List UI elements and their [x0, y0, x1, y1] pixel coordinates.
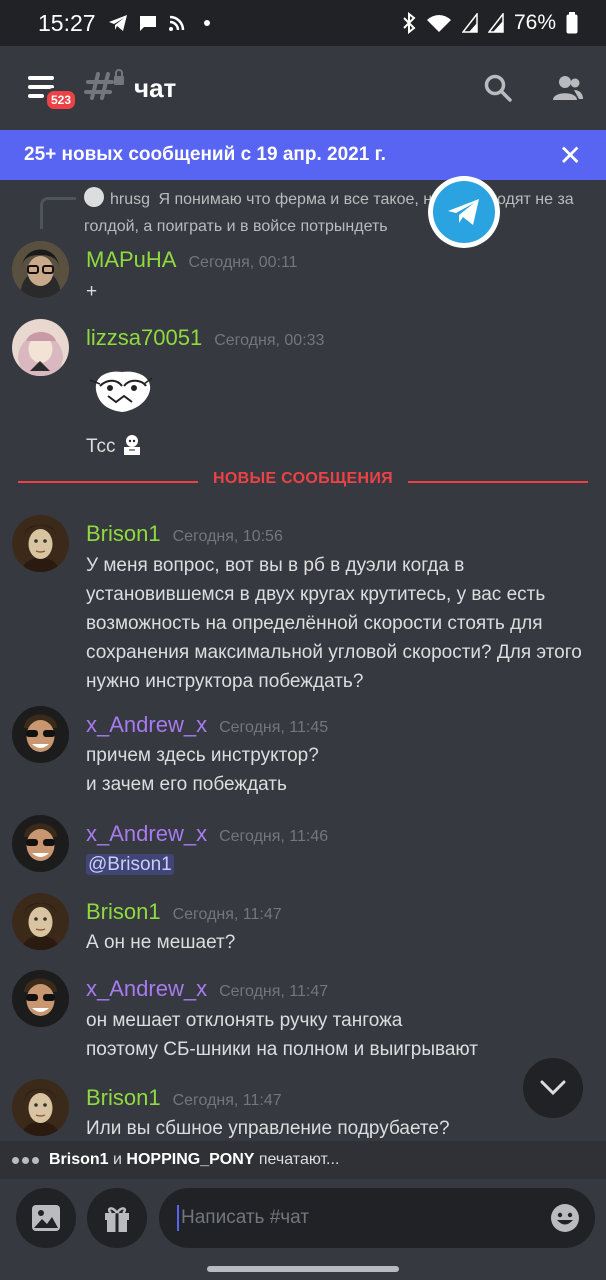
telegram-icon [448, 199, 479, 225]
message-line: У меня вопрос, вот вы в рб в дуэли когда… [86, 555, 465, 576]
avatar[interactable] [12, 241, 69, 298]
avatar[interactable] [12, 1079, 69, 1136]
chevron-down-icon [540, 1080, 566, 1096]
message-text: + [86, 281, 98, 302]
typing-conjunction: и [108, 1151, 127, 1168]
sticker-doodle-image[interactable] [86, 366, 158, 418]
message-line: установившемся в двух кругах крутитесь, … [86, 584, 546, 605]
avatar[interactable] [12, 893, 69, 950]
username[interactable]: lizzsa70051 [86, 325, 202, 351]
message-text: А он не мешает? [86, 932, 236, 953]
battery-percent: 76% [513, 11, 556, 34]
message-line: поэтому СБ-шники на полном и выигрывают [86, 1039, 478, 1060]
username[interactable]: x_Andrew_x [86, 712, 207, 738]
channel-title: чат [134, 72, 177, 103]
more-notifications-dot-icon [203, 20, 210, 26]
timestamp: Сегодня, 11:47 [172, 1092, 282, 1109]
message-line: сохранения максимальной угловой скорости… [86, 642, 582, 663]
message-line: и зачем его побеждать [86, 774, 287, 795]
bluetooth-icon [403, 12, 416, 34]
emoji-picker-icon[interactable] [549, 1202, 581, 1234]
status-time: 15:27 [38, 9, 96, 36]
typing-dots-icon [12, 1156, 39, 1164]
typing-suffix: печатают... [254, 1151, 340, 1168]
new-messages-banner[interactable]: 25+ новых сообщений с 19 апр. 2021 г. ✕ [0, 130, 606, 180]
channel-header: 523 чат [0, 46, 606, 130]
message-notification-icon [139, 16, 156, 31]
username[interactable]: x_Andrew_x [86, 976, 207, 1002]
home-indicator[interactable] [207, 1266, 399, 1272]
close-icon[interactable]: ✕ [559, 139, 582, 172]
status-bar: 15:27 76% [0, 0, 606, 46]
image-icon [32, 1205, 60, 1231]
jump-to-present-button[interactable] [523, 1058, 583, 1118]
timestamp: Сегодня, 00:11 [188, 254, 298, 271]
timestamp: Сегодня, 11:47 [172, 906, 282, 923]
typing-user-1: Brison1 [49, 1151, 109, 1168]
gift-button[interactable] [87, 1188, 147, 1248]
avatar[interactable] [12, 706, 69, 763]
attach-image-button[interactable] [16, 1188, 76, 1248]
username[interactable]: Brison1 [86, 1085, 161, 1111]
signal-icon-1 [461, 13, 478, 33]
reply-preview[interactable]: hrusg Я понимаю что ферма и все такое, н… [84, 186, 594, 240]
avatar[interactable] [12, 815, 69, 872]
wifi-icon [426, 15, 451, 32]
gift-icon [105, 1207, 129, 1232]
signal-icon-2 [487, 13, 504, 33]
timestamp: Сегодня, 10:56 [172, 528, 283, 545]
menu-button[interactable]: 523 [26, 68, 79, 112]
reply-text: Я понимаю что ферма и все такое, но люди… [84, 191, 574, 235]
timestamp: Сегодня, 11:47 [219, 983, 329, 1000]
emoji-image [123, 435, 140, 455]
text-caret [177, 1205, 179, 1231]
username[interactable]: x_Andrew_x [86, 821, 207, 847]
message-input-wrapper[interactable] [159, 1188, 595, 1248]
avatar[interactable] [12, 970, 69, 1027]
avatar[interactable] [12, 515, 69, 572]
user-mention[interactable]: @Brison1 [86, 854, 174, 875]
rss-notification-icon [168, 15, 184, 31]
timestamp: Сегодня, 11:46 [219, 828, 329, 845]
message-text: причем здесь инструктор? и зачем его поб… [86, 741, 591, 799]
avatar[interactable] [12, 319, 69, 376]
message-input[interactable] [181, 1207, 549, 1229]
timestamp: Сегодня, 11:45 [219, 719, 329, 736]
message-text: Тсс [86, 436, 116, 457]
reply-connector [40, 197, 76, 229]
message-text: У меня вопрос, вот вы в рб в дуэли когда… [86, 551, 591, 696]
unread-badge: 523 [44, 88, 79, 112]
timestamp: Сегодня, 00:33 [214, 332, 325, 349]
message-line: он мешает отклонять ручку тангожа [86, 1010, 403, 1031]
reply-author: hrusg [110, 191, 151, 208]
typing-indicator: Brison1 и HOPPING_PONY печатают... [0, 1141, 606, 1179]
username[interactable]: Brison1 [86, 899, 161, 925]
username[interactable]: Brison1 [86, 521, 161, 547]
banner-text: 25+ новых сообщений с 19 апр. 2021 г. [24, 144, 386, 165]
search-icon[interactable] [484, 74, 512, 102]
telegram-notification-icon [108, 15, 127, 31]
message-text: он мешает отклонять ручку тангожа поэтом… [86, 1006, 591, 1064]
message-line: нужно инструктора побеждать? [86, 671, 364, 692]
locked-channel-hash-icon [84, 69, 124, 100]
telegram-floating-bubble[interactable] [428, 176, 500, 248]
message-line: возможность на определённой скорости сто… [86, 613, 543, 634]
typing-user-2: HOPPING_PONY [126, 1151, 255, 1168]
new-messages-label: НОВЫЕ СООБЩЕНИЯ [198, 470, 408, 488]
reply-avatar [84, 187, 104, 207]
username[interactable]: MAPuHA [86, 247, 176, 273]
members-icon[interactable] [552, 74, 584, 102]
battery-icon [566, 12, 578, 34]
message-line: причем здесь инструктор? [86, 745, 319, 766]
message-text: Или вы сбшное управление подрубаете? [86, 1118, 450, 1139]
